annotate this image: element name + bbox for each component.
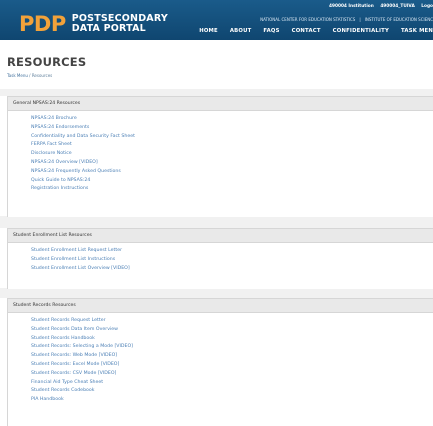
section-gap — [0, 288, 433, 298]
link-list: Student Enrollment List Request Letter S… — [8, 243, 433, 273]
enrollment-list-resources-panel: Student Enrollment List Resources Studen… — [7, 228, 433, 289]
nav-about[interactable]: ABOUT — [230, 26, 252, 36]
nces-link[interactable]: NATIONAL CENTER FOR EDUCATION STATISTICS — [260, 17, 355, 22]
resource-link[interactable]: Student Records: CSV Mode [VIDEO] — [31, 370, 433, 379]
resource-link[interactable]: NPSAS:24 Frequently Asked Questions — [31, 168, 433, 177]
resource-link[interactable]: Student Records: Excel Mode [VIDEO] — [31, 361, 433, 370]
institution-label: 490004 Institution — [328, 4, 374, 9]
pdp-logo[interactable]: PDP POSTSECONDARY DATA PORTAL — [19, 13, 168, 35]
link-list: NPSAS:24 Brochure NPSAS:24 Endorsements … — [8, 111, 433, 194]
student-records-resources-panel: Student Records Resources Student Record… — [7, 298, 433, 426]
breadcrumb-separator: / — [29, 73, 31, 78]
nav-confidentiality[interactable]: CONFIDENTIALITY — [333, 26, 389, 36]
resource-link[interactable]: Student Enrollment List Overview [VIDEO] — [31, 265, 433, 274]
resource-link[interactable]: Financial Aid Type Cheat Sheet — [31, 379, 433, 388]
main-nav: HOME ABOUT FAQS CONTACT CONFIDENTIALITY … — [187, 26, 433, 36]
resource-link[interactable]: Quick Guide to NPSAS:24 — [31, 177, 433, 186]
nav-faqs[interactable]: FAQS — [263, 26, 279, 36]
resource-link[interactable]: Student Records Request Letter — [31, 317, 433, 326]
resource-link[interactable]: Student Records Codebook — [31, 387, 433, 396]
logout-link[interactable]: Logo — [421, 4, 433, 9]
nav-contact[interactable]: CONTACT — [292, 26, 321, 36]
nav-home[interactable]: HOME — [199, 26, 218, 36]
resource-link[interactable]: NPSAS:24 Brochure — [31, 115, 433, 124]
resource-link[interactable]: PIA Handbook — [31, 396, 433, 405]
ies-link[interactable]: INSTITUTE OF EDUCATION SCIENC — [365, 17, 433, 22]
nav-task-menu[interactable]: TASK MEN — [401, 26, 433, 36]
utility-bar: 490004 Institution 490004_TUIVA Logo — [324, 4, 433, 10]
link-list: Student Records Request Letter Student R… — [8, 313, 433, 405]
panel-title: Student Enrollment List Resources — [8, 229, 433, 243]
panel-title: Student Records Resources — [8, 299, 433, 313]
agency-separator: | — [359, 17, 361, 22]
breadcrumb-task-menu[interactable]: Task Menu — [7, 73, 28, 78]
resource-link[interactable]: NPSAS:24 Endorsements — [31, 124, 433, 133]
resource-link[interactable]: Registration Instructions — [31, 185, 433, 194]
resource-link[interactable]: Student Records: Selecting a Mode [VIDEO… — [31, 343, 433, 352]
resource-link[interactable]: Confidentiality and Data Security Fact S… — [31, 133, 433, 142]
breadcrumb-current: Resources — [31, 73, 53, 78]
logo-mark: PDP — [19, 12, 66, 36]
user-id-label: 490004_TUIVA — [380, 4, 415, 9]
panel-title: General NPSAS:24 Resources — [8, 97, 433, 111]
logo-wordmark: POSTSECONDARY DATA PORTAL — [72, 14, 168, 34]
site-header: PDP POSTSECONDARY DATA PORTAL 490004 Ins… — [0, 0, 433, 40]
section-gap — [0, 89, 433, 96]
page-title: RESOURCES — [7, 55, 87, 69]
resource-link[interactable]: FERPA Fact Sheet — [31, 141, 433, 150]
resource-link[interactable]: Student Enrollment List Instructions — [31, 256, 433, 265]
resource-link[interactable]: NPSAS:24 Overview [VIDEO] — [31, 159, 433, 168]
logo-line-2: DATA PORTAL — [71, 23, 146, 34]
resource-link[interactable]: Student Enrollment List Request Letter — [31, 247, 433, 256]
resource-link[interactable]: Student Records Data Item Overview — [31, 326, 433, 335]
resource-link[interactable]: Student Records: Web Mode [VIDEO] — [31, 352, 433, 361]
resource-link[interactable]: Student Records Handbook — [31, 335, 433, 344]
section-gap — [0, 216, 433, 228]
resource-link[interactable]: Disclosure Notice — [31, 150, 433, 159]
general-resources-panel: General NPSAS:24 Resources NPSAS:24 Broc… — [7, 96, 433, 217]
breadcrumb: Task Menu / Resources — [7, 73, 52, 79]
agency-line: NATIONAL CENTER FOR EDUCATION STATISTICS… — [260, 17, 433, 23]
